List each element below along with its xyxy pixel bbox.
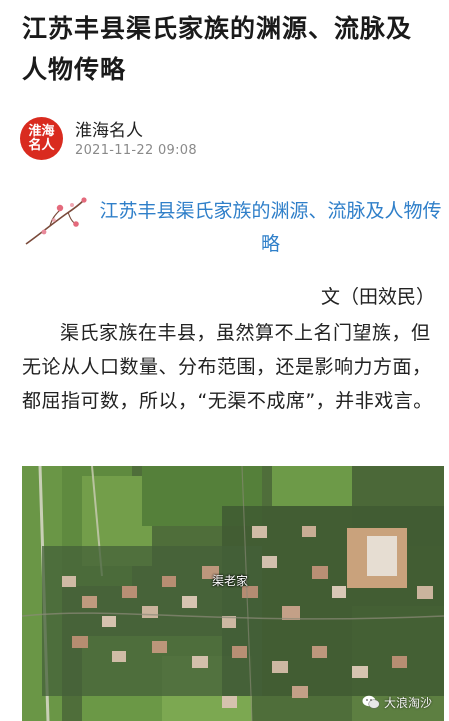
wechat-icon (362, 695, 380, 709)
account-name[interactable]: 淮海名人 (75, 116, 143, 141)
plum-blossom-branch-icon (25, 197, 87, 245)
watermark-text: 大浪淘沙 (383, 696, 432, 710)
watermark: 大浪淘沙 (362, 694, 432, 711)
article-title: 江苏丰县渠氏家族的渊源、流脉及人物传略 (22, 14, 413, 84)
map-place-label: 渠老家 (212, 574, 249, 588)
avatar-text-line2: 名人 (28, 137, 55, 153)
satellite-map-image: 渠老家 大浪淘沙 (22, 466, 444, 721)
article-paragraph: 渠氏家族在丰县，虽然算不上名门望族，但无论从人口数量、分布范围，还是影响力方面，… (22, 322, 433, 412)
publish-date: 2021-11-22 09:08 (75, 143, 197, 158)
article-subheading: 江苏丰县渠氏家族的渊源、流脉及人物传略 (99, 200, 442, 255)
avatar-text-line1: 淮海 (28, 123, 55, 139)
account-avatar[interactable]: 淮海 名人 (20, 117, 63, 160)
author-byline: 文（田效民） (320, 286, 435, 308)
